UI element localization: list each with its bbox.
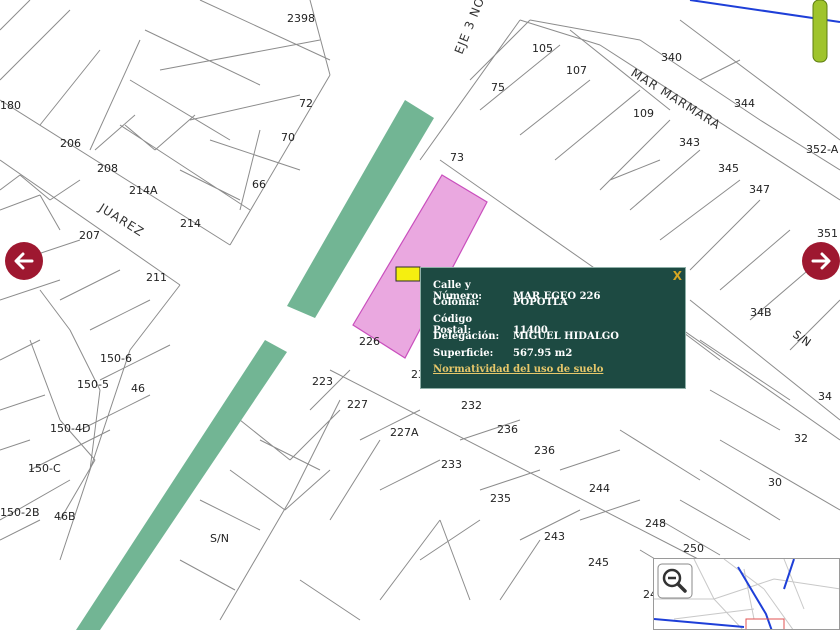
lot-number: 75 bbox=[491, 81, 505, 94]
lot-number: 46B bbox=[54, 510, 76, 523]
close-popup-button[interactable]: X bbox=[673, 269, 682, 283]
street-label-juarez: JUAREZ bbox=[96, 200, 147, 239]
lot-number: 235 bbox=[490, 492, 511, 505]
lot-number: 73 bbox=[450, 151, 464, 164]
lot-number: 107 bbox=[566, 64, 587, 77]
lot-number: 223 bbox=[312, 375, 333, 388]
lot-number: 150-C bbox=[28, 462, 61, 475]
lot-number: 72 bbox=[299, 97, 313, 110]
info-row-surface: Superficie: 567.95 m2 bbox=[433, 348, 572, 359]
info-row-delegacion: Delegación: MIGUEL HIDALGO bbox=[433, 331, 619, 342]
lot-number: 211 bbox=[146, 271, 167, 284]
lot-number: 34 bbox=[818, 390, 832, 403]
lot-number: 345 bbox=[718, 162, 739, 175]
lot-number: 233 bbox=[441, 458, 462, 471]
lot-number: 2398 bbox=[287, 12, 315, 25]
lot-number: 236 bbox=[497, 423, 518, 436]
street-label-eje3: EJE 3 NOR bbox=[452, 0, 491, 56]
location-marker[interactable] bbox=[395, 266, 421, 282]
lot-number: 150-6 bbox=[100, 352, 132, 365]
lot-number: 250 bbox=[683, 542, 704, 555]
lot-number: 150-2B bbox=[0, 506, 40, 519]
lot-number: 66 bbox=[252, 178, 266, 191]
lot-number: 232 bbox=[461, 399, 482, 412]
lot-number: 109 bbox=[633, 107, 654, 120]
lot-number: 351 bbox=[817, 227, 838, 240]
lot-number: 347 bbox=[749, 183, 770, 196]
lot-number: 214A bbox=[129, 184, 158, 197]
lot-number: 343 bbox=[679, 136, 700, 149]
info-label: Delegación: bbox=[433, 331, 500, 342]
lot-number: 352-A bbox=[806, 143, 839, 156]
info-value: 567.95 m2 bbox=[513, 348, 573, 359]
lot-number: 46 bbox=[131, 382, 145, 395]
lot-number: 214 bbox=[180, 217, 201, 230]
lot-number: 243 bbox=[544, 530, 565, 543]
arrow-left-icon bbox=[14, 252, 34, 270]
lot-number: 105 bbox=[532, 42, 553, 55]
street-label-sn-bottom: S/N bbox=[210, 532, 229, 545]
lot-number: 70 bbox=[281, 131, 295, 144]
info-row-colonia: Colonia: POPOTLA bbox=[433, 297, 568, 308]
lot-number: 245 bbox=[588, 556, 609, 569]
lot-number: 227A bbox=[390, 426, 419, 439]
info-label: Colonia: bbox=[433, 297, 480, 308]
lot-number: 227 bbox=[347, 398, 368, 411]
lot-number: 244 bbox=[589, 482, 610, 495]
lot-number: 208 bbox=[97, 162, 118, 175]
pan-left-button[interactable] bbox=[5, 242, 43, 280]
lot-number: 150-4D bbox=[50, 422, 90, 435]
green-pipe-marker bbox=[812, 0, 828, 63]
lot-number: 207 bbox=[79, 229, 100, 242]
zoom-out-button[interactable] bbox=[657, 563, 693, 599]
lot-number: 180 bbox=[0, 99, 21, 112]
parcel-info-popup: X Calle y Número: MAR EGEO 226 Colonia: PO… bbox=[420, 267, 686, 389]
lot-number: 226 bbox=[359, 335, 380, 348]
lot-number: 248 bbox=[645, 517, 666, 530]
lot-number: 206 bbox=[60, 137, 81, 150]
lot-number: 340 bbox=[661, 51, 682, 64]
pan-right-button[interactable] bbox=[802, 242, 840, 280]
magnifier-minus-icon bbox=[657, 563, 693, 599]
lot-number: 150-5 bbox=[77, 378, 109, 391]
lot-number: 30 bbox=[768, 476, 782, 489]
info-label: Superficie: bbox=[433, 348, 494, 359]
land-use-regulation-link[interactable]: Normatividad del uso de suelo bbox=[433, 364, 603, 375]
lot-number: 32 bbox=[794, 432, 808, 445]
info-value: MIGUEL HIDALGO bbox=[513, 331, 619, 342]
lot-number: 344 bbox=[734, 97, 755, 110]
lot-number: 34B bbox=[750, 306, 772, 319]
info-value: POPOTLA bbox=[513, 297, 568, 308]
arrow-right-icon bbox=[811, 252, 831, 270]
lot-number: 236 bbox=[534, 444, 555, 457]
